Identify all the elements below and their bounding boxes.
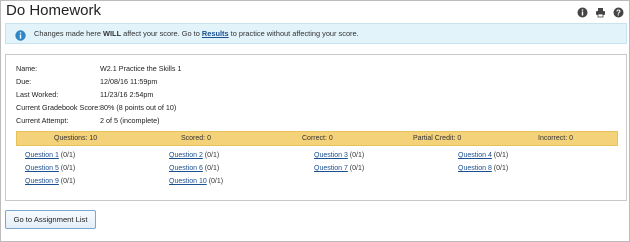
detail-label: Name:	[16, 64, 38, 73]
list-item: Question 6 (0/1)	[169, 164, 219, 174]
question-link[interactable]: Question 1	[25, 152, 59, 159]
print-icon[interactable]	[595, 5, 606, 18]
question-link[interactable]: Question 9	[25, 178, 59, 185]
list-item: Question 10 (0/1)	[169, 177, 223, 187]
score-summary-bar: Questions: 10 Scored: 0 Correct: 0 Parti…	[16, 131, 618, 146]
list-item: Question 4 (0/1)	[458, 151, 508, 161]
detail-value: 2 of 5 (incomplete)	[100, 116, 160, 125]
question-link[interactable]: Question 7	[314, 165, 348, 172]
question-points: (0/1)	[58, 178, 76, 185]
summary-scored: Scored: 0	[181, 135, 211, 142]
assignment-panel: Name: W2.1 Practice the Skills 1 Due: 12…	[5, 54, 627, 201]
svg-text:?: ?	[616, 8, 621, 17]
summary-partial-credit: Partial Credit: 0	[413, 135, 462, 142]
question-points: (0/1)	[491, 165, 509, 172]
question-points: (0/1)	[58, 152, 76, 159]
question-link[interactable]: Question 4	[458, 152, 492, 159]
page-title: Do Homework	[6, 2, 102, 19]
question-link[interactable]: Question 2	[169, 152, 203, 159]
question-points: (0/1)	[491, 152, 509, 159]
summary-questions: Questions: 10	[54, 135, 98, 142]
detail-label: Current Attempt:	[16, 116, 69, 125]
list-item: Question 7 (0/1)	[314, 164, 364, 174]
go-to-assignment-list-button[interactable]: Go to Assignment List	[5, 210, 96, 229]
homework-window: Do Homework ? Changes made here WILL aff…	[0, 0, 630, 242]
detail-label: Due:	[16, 77, 32, 86]
summary-incorrect: Incorrect: 0	[538, 135, 574, 142]
detail-label: Last Worked:	[16, 90, 59, 99]
list-item: Question 5 (0/1)	[25, 164, 75, 174]
question-link[interactable]: Question 8	[458, 165, 492, 172]
detail-value: 12/08/16 11:59pm	[100, 77, 158, 86]
question-link[interactable]: Question 6	[169, 165, 203, 172]
summary-correct: Correct: 0	[302, 135, 333, 142]
question-points: (0/1)	[202, 165, 220, 172]
notice-text-prefix: Changes made here	[34, 29, 104, 38]
question-points: (0/1)	[202, 152, 220, 159]
notice-emphasis: WILL	[103, 29, 122, 38]
question-link[interactable]: Question 5	[25, 165, 59, 172]
question-link[interactable]: Question 3	[314, 152, 348, 159]
info-circle-icon	[15, 28, 26, 41]
notice-message: Changes made here WILL affect your score…	[34, 24, 359, 44]
score-notice: Changes made here WILL affect your score…	[5, 23, 627, 44]
page-header: Do Homework ?	[2, 2, 630, 20]
question-points: (0/1)	[206, 178, 224, 185]
question-points: (0/1)	[347, 152, 365, 159]
header-tools: ?	[577, 5, 624, 18]
question-link[interactable]: Question 10	[169, 178, 207, 185]
notice-text-middle: affect your score. Go to	[121, 29, 202, 38]
results-link[interactable]: Results	[202, 29, 229, 38]
detail-label: Current Gradebook Score:	[16, 103, 101, 112]
list-item: Question 9 (0/1)	[25, 177, 75, 187]
detail-value: 80% (8 points out of 10)	[100, 103, 177, 112]
list-item: Question 2 (0/1)	[169, 151, 219, 161]
notice-text-suffix: to practice without affecting your score…	[228, 29, 359, 38]
question-points: (0/1)	[347, 165, 365, 172]
help-icon[interactable]: ?	[613, 5, 624, 18]
info-icon[interactable]	[577, 5, 588, 18]
detail-value: 11/23/16 2:54pm	[100, 90, 154, 99]
question-points: (0/1)	[58, 165, 76, 172]
list-item: Question 8 (0/1)	[458, 164, 508, 174]
list-item: Question 1 (0/1)	[25, 151, 75, 161]
detail-value: W2.1 Practice the Skills 1	[100, 64, 182, 73]
list-item: Question 3 (0/1)	[314, 151, 364, 161]
